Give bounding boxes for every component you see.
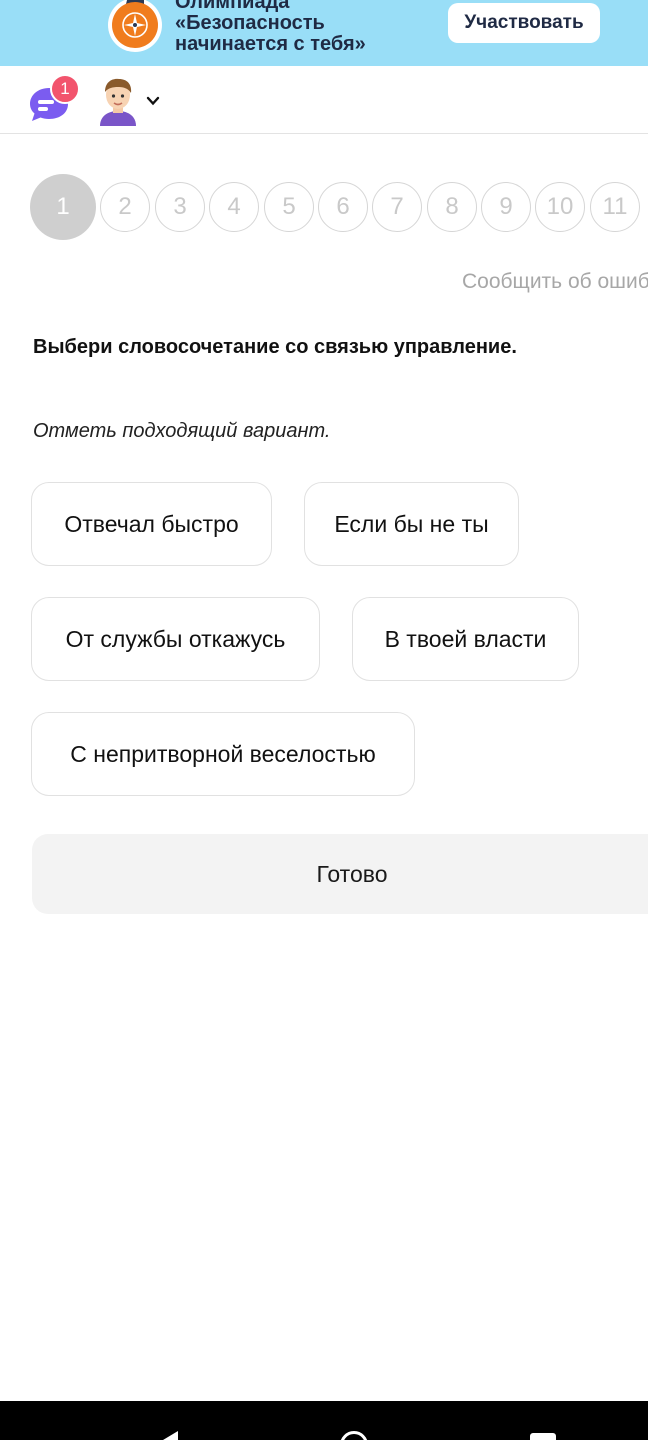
answer-option[interactable]: С непритворной веселостью <box>31 712 415 796</box>
answer-option[interactable]: От службы откажусь <box>31 597 320 681</box>
done-button[interactable]: Готово <box>32 834 648 914</box>
report-error-link[interactable]: Сообщить об ошибке <box>462 270 648 294</box>
instruction-text: Отметь подходящий вариант. <box>33 420 331 442</box>
step-8[interactable]: 8 <box>427 182 477 232</box>
step-7[interactable]: 7 <box>372 182 422 232</box>
step-11[interactable]: 11 <box>590 182 640 232</box>
compass-logo-icon <box>108 0 162 52</box>
recents-square-icon[interactable] <box>530 1433 556 1440</box>
app-header: 1 <box>0 66 648 134</box>
profile-menu-button[interactable] <box>96 76 166 126</box>
notification-badge: 1 <box>50 74 80 104</box>
answer-option[interactable]: Отвечал быстро <box>31 482 272 566</box>
step-3[interactable]: 3 <box>155 182 205 232</box>
banner-title-line: начинается с тебя» <box>175 33 366 55</box>
question-stepper: 1 2 3 4 5 6 7 8 9 10 11 <box>30 174 648 240</box>
step-4[interactable]: 4 <box>209 182 259 232</box>
boy-avatar-icon <box>100 78 136 126</box>
answer-option[interactable]: В твоей власти <box>352 597 579 681</box>
step-1[interactable]: 1 <box>30 174 96 240</box>
step-10[interactable]: 10 <box>535 182 585 232</box>
step-9[interactable]: 9 <box>481 182 531 232</box>
chevron-down-icon <box>146 96 160 106</box>
banner-title: Олимпиада «Безопасность начинается с теб… <box>175 0 445 55</box>
step-5[interactable]: 5 <box>264 182 314 232</box>
step-6[interactable]: 6 <box>318 182 368 232</box>
answer-option[interactable]: Если бы не ты <box>304 482 519 566</box>
system-nav-bar <box>0 1401 648 1440</box>
back-triangle-icon[interactable] <box>154 1429 182 1440</box>
step-2[interactable]: 2 <box>100 182 150 232</box>
promo-banner[interactable]: Олимпиада «Безопасность начинается с теб… <box>0 0 648 66</box>
banner-title-line: «Безопасность <box>175 12 325 34</box>
chat-button[interactable]: 1 <box>26 74 80 122</box>
home-circle-icon[interactable] <box>340 1431 368 1440</box>
participate-button[interactable]: Участвовать <box>448 3 600 43</box>
question-text: Выбери словосочетание со связью управлен… <box>33 336 517 358</box>
